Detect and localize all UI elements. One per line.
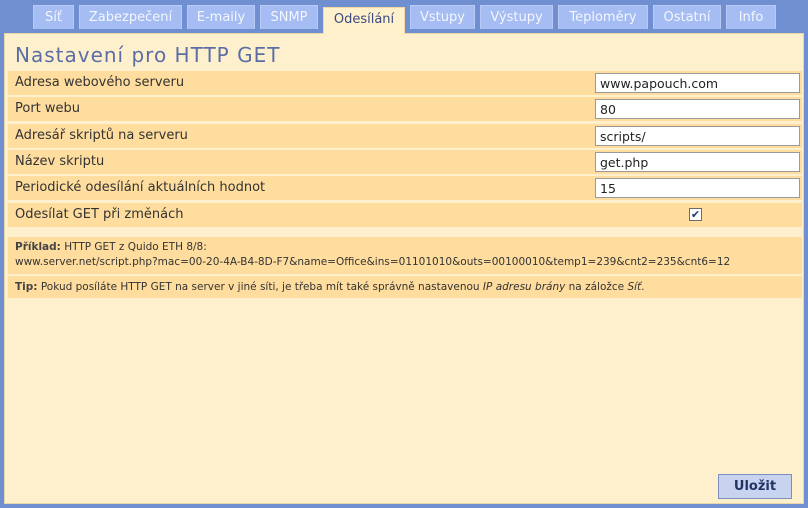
- form-row-script-dir: Adresář skriptů na serveru: [8, 124, 802, 148]
- tip-gateway-text: IP adresu brány: [482, 281, 566, 293]
- tab-info[interactable]: Info: [726, 5, 776, 29]
- tip-text-middle: na záložce: [568, 281, 625, 293]
- script-dir-label: Adresář skriptů na serveru: [15, 128, 188, 143]
- page-title: Nastavení pro HTTP GET: [15, 43, 281, 67]
- tab-vstupy[interactable]: Vstupy: [410, 5, 475, 29]
- example-text: HTTP GET z Quido ETH 8/8:: [64, 241, 207, 253]
- form-row-server-address: Adresa webového serveru: [8, 71, 802, 95]
- tip-heading: Tip:: [15, 281, 38, 293]
- tab-vystupy[interactable]: Výstupy: [480, 5, 553, 29]
- tab-sit[interactable]: Síť: [33, 5, 74, 29]
- tab-bar: Síť Zabezpečení E-maily SNMP Odesílání V…: [0, 0, 808, 34]
- tip-text-end: .: [641, 281, 645, 293]
- example-url: www.server.net/script.php?mac=00-20-4A-B…: [15, 256, 731, 268]
- script-name-input[interactable]: [595, 152, 800, 172]
- send-on-change-checkbox[interactable]: ✔: [689, 208, 702, 221]
- periodic-input[interactable]: [595, 178, 800, 198]
- send-on-change-label: Odesílat GET při změnách: [15, 207, 184, 222]
- tab-odesilani[interactable]: Odesílání: [323, 7, 405, 34]
- server-address-label: Adresa webového serveru: [15, 75, 185, 90]
- tab-ostatni[interactable]: Ostatní: [653, 5, 721, 29]
- server-address-input[interactable]: [595, 73, 800, 93]
- tab-zabezpeceni[interactable]: Zabezpečení: [79, 5, 182, 29]
- tip-tab-ref: Síť: [627, 281, 642, 293]
- periodic-label: Periodické odesílání aktuálních hodnot: [15, 180, 266, 195]
- port-label: Port webu: [15, 101, 81, 116]
- tab-snmp[interactable]: SNMP: [260, 5, 318, 29]
- form-row-send-on-change: Odesílat GET při změnách ✔: [8, 203, 802, 227]
- form-row-periodic: Periodické odesílání aktuálních hodnot: [8, 176, 802, 200]
- example-note: Příklad: HTTP GET z Quido ETH 8/8: www.s…: [8, 237, 802, 274]
- script-name-label: Název skriptu: [15, 154, 105, 169]
- script-dir-input[interactable]: [595, 126, 800, 146]
- form-row-script-name: Název skriptu: [8, 150, 802, 174]
- tab-e-maily[interactable]: E-maily: [187, 5, 255, 29]
- tab-teplomery[interactable]: Teploměry: [558, 5, 648, 29]
- example-heading: Příklad:: [15, 241, 61, 253]
- settings-panel: Nastavení pro HTTP GET Adresa webového s…: [4, 33, 804, 504]
- tip-text: Pokud posíláte HTTP GET na server v jiné…: [40, 281, 480, 293]
- save-button[interactable]: Uložit: [718, 474, 792, 499]
- port-input[interactable]: [595, 99, 800, 119]
- form-row-port: Port webu: [8, 97, 802, 121]
- tip-note: Tip: Pokud posíláte HTTP GET na server v…: [8, 276, 802, 298]
